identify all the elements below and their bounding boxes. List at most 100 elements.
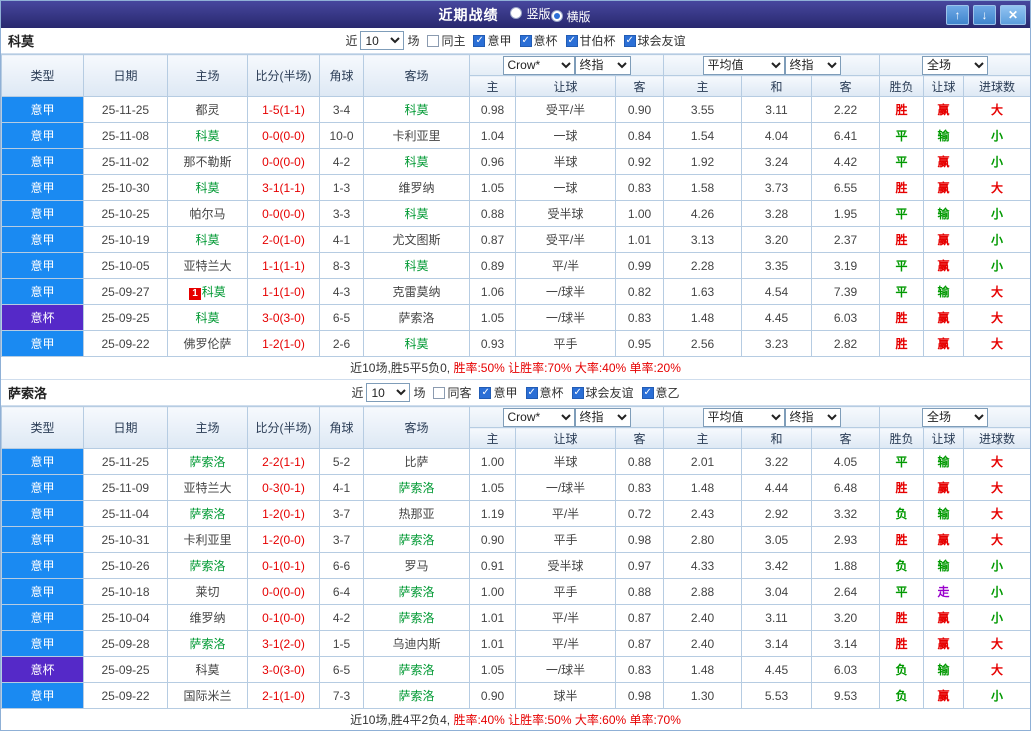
match-count-select[interactable]: 10 <box>360 31 405 50</box>
away-team-name[interactable]: 尤文图斯 <box>392 233 440 247</box>
score-cell[interactable]: 0-1(0-1) <box>247 552 320 579</box>
filter-checkbox[interactable]: 意乙 <box>641 384 680 401</box>
score-cell[interactable]: 1-2(0-1) <box>247 500 320 527</box>
away-team-name[interactable]: 热那亚 <box>398 507 434 521</box>
away-team-name[interactable]: 萨索洛 <box>398 611 434 625</box>
filter-checkbox[interactable]: 意杯 <box>525 384 564 401</box>
home-team-name[interactable]: 萨索洛 <box>189 637 225 651</box>
score-cell[interactable]: 1-2(0-0) <box>247 526 320 553</box>
away-team-name[interactable]: 乌迪内斯 <box>392 637 440 651</box>
score-cell[interactable]: 1-1(1-0) <box>247 278 320 305</box>
column-header: 日期 <box>83 406 168 449</box>
result-cell: 胜 <box>879 330 925 357</box>
home-team-name[interactable]: 萨索洛 <box>189 559 225 573</box>
home-team-name[interactable]: 科莫 <box>195 311 219 325</box>
score-cell[interactable]: 0-3(0-1) <box>247 474 320 501</box>
filter-checkbox[interactable]: 意杯 <box>519 32 558 49</box>
filter-checkbox[interactable]: 球会友谊 <box>571 384 634 401</box>
score-cell[interactable]: 0-0(0-0) <box>247 200 320 227</box>
away-team-name[interactable]: 萨索洛 <box>398 481 434 495</box>
score-cell[interactable]: 3-1(2-0) <box>247 630 320 657</box>
home-team-name[interactable]: 亚特兰大 <box>183 481 231 495</box>
score-cell[interactable]: 3-1(1-1) <box>247 174 320 201</box>
euro-away-odds-cell: 7.39 <box>810 278 881 305</box>
move-up-button[interactable]: ↑ <box>946 4 969 25</box>
away-team-name[interactable]: 萨索洛 <box>398 585 434 599</box>
close-button[interactable]: ✕ <box>1000 4 1026 25</box>
euro-away-odds-cell: 6.03 <box>810 304 881 331</box>
home-team-name[interactable]: 科莫 <box>195 181 219 195</box>
layout-radio-vertical[interactable]: 竖版 <box>510 5 551 22</box>
handicap-result-cell: 赢 <box>923 96 965 123</box>
score-cell[interactable]: 1-2(1-0) <box>247 330 320 357</box>
asia-odds-time-select[interactable]: 终指 <box>574 407 631 427</box>
filter-checkbox[interactable]: 同主 <box>427 32 465 49</box>
away-team-name[interactable]: 科莫 <box>404 155 428 169</box>
home-team-name[interactable]: 卡利亚里 <box>183 533 231 547</box>
asia-handicap-cell: 受半球 <box>515 552 616 579</box>
away-team-name[interactable]: 比萨 <box>404 455 428 469</box>
handicap-result-cell: 赢 <box>923 630 965 657</box>
home-team-name[interactable]: 莱切 <box>195 585 219 599</box>
asia-odds-time-select[interactable]: 终指 <box>574 55 631 75</box>
home-team-name[interactable]: 国际米兰 <box>183 689 231 703</box>
layout-radio-horizontal[interactable]: 横版 <box>550 8 591 25</box>
home-team-name[interactable]: 科莫 <box>195 129 219 143</box>
away-team-name[interactable]: 萨索洛 <box>398 663 434 677</box>
column-header: 主场 <box>167 54 248 97</box>
away-team-name[interactable]: 科莫 <box>404 207 428 221</box>
filter-checkbox[interactable]: 球会友谊 <box>623 32 686 49</box>
home-team-name[interactable]: 萨索洛 <box>189 507 225 521</box>
away-team-name[interactable]: 克雷莫纳 <box>392 285 440 299</box>
score-cell[interactable]: 0-1(0-0) <box>247 604 320 631</box>
score-cell[interactable]: 0-0(0-0) <box>247 148 320 175</box>
home-team-name[interactable]: 科莫 <box>195 233 219 247</box>
away-team-name[interactable]: 萨索洛 <box>398 689 434 703</box>
home-team-name[interactable]: 都灵 <box>195 103 219 117</box>
scope-select[interactable]: 全场 <box>922 55 989 75</box>
asia-home-odds-cell: 0.87 <box>469 226 516 253</box>
score-cell[interactable]: 0-0(0-0) <box>247 122 320 149</box>
match-count-select[interactable]: 10 <box>366 383 411 402</box>
away-team-name[interactable]: 罗马 <box>404 559 428 573</box>
home-team-name[interactable]: 萨索洛 <box>189 455 225 469</box>
home-team-cell: 科莫 <box>167 122 248 149</box>
move-down-button[interactable]: ↓ <box>973 4 996 25</box>
away-team-name[interactable]: 萨索洛 <box>398 311 434 325</box>
away-team-name[interactable]: 科莫 <box>404 103 428 117</box>
away-team-name[interactable]: 科莫 <box>404 259 428 273</box>
score-cell[interactable]: 2-2(1-1) <box>247 448 320 475</box>
scope-select[interactable]: 全场 <box>922 407 989 427</box>
home-team-name[interactable]: 亚特兰大 <box>183 259 231 273</box>
score-cell[interactable]: 3-0(3-0) <box>247 656 320 683</box>
away-team-name[interactable]: 科莫 <box>404 337 428 351</box>
home-team-name[interactable]: 帕尔马 <box>189 207 225 221</box>
euro-odds-time-select[interactable]: 终指 <box>784 407 841 427</box>
euro-home-odds-cell: 2.01 <box>663 448 742 475</box>
euro-odds-time-select[interactable]: 终指 <box>784 55 841 75</box>
score-cell[interactable]: 0-0(0-0) <box>247 578 320 605</box>
home-team-name[interactable]: 科莫 <box>195 663 219 677</box>
score-cell[interactable]: 3-0(3-0) <box>247 304 320 331</box>
filter-checkbox[interactable]: 意甲 <box>479 384 518 401</box>
home-team-name[interactable]: 佛罗伦萨 <box>183 337 231 351</box>
euro-odds-source-select[interactable]: 平均值 <box>702 407 785 427</box>
score-cell[interactable]: 1-1(1-1) <box>247 252 320 279</box>
away-team-name[interactable]: 维罗纳 <box>398 181 434 195</box>
filter-checkbox[interactable]: 意甲 <box>473 32 512 49</box>
euro-odds-source-select[interactable]: 平均值 <box>702 55 785 75</box>
score-cell[interactable]: 1-5(1-1) <box>247 96 320 123</box>
filter-checkbox[interactable]: 甘伯杯 <box>565 32 616 49</box>
asia-odds-source-select[interactable]: Crow* <box>502 55 575 75</box>
handicap-result-cell: 赢 <box>923 604 965 631</box>
titlebar: 近期战绩 竖版 横版 ↑ ↓ ✕ <box>1 1 1030 28</box>
home-team-name[interactable]: 那不勒斯 <box>183 155 231 169</box>
score-cell[interactable]: 2-1(1-0) <box>247 682 320 709</box>
home-team-name[interactable]: 科莫 <box>202 285 226 299</box>
score-cell[interactable]: 2-0(1-0) <box>247 226 320 253</box>
away-team-name[interactable]: 萨索洛 <box>398 533 434 547</box>
home-team-name[interactable]: 维罗纳 <box>189 611 225 625</box>
away-team-name[interactable]: 卡利亚里 <box>392 129 440 143</box>
filter-checkbox[interactable]: 同客 <box>433 384 471 401</box>
asia-odds-source-select[interactable]: Crow* <box>502 407 575 427</box>
